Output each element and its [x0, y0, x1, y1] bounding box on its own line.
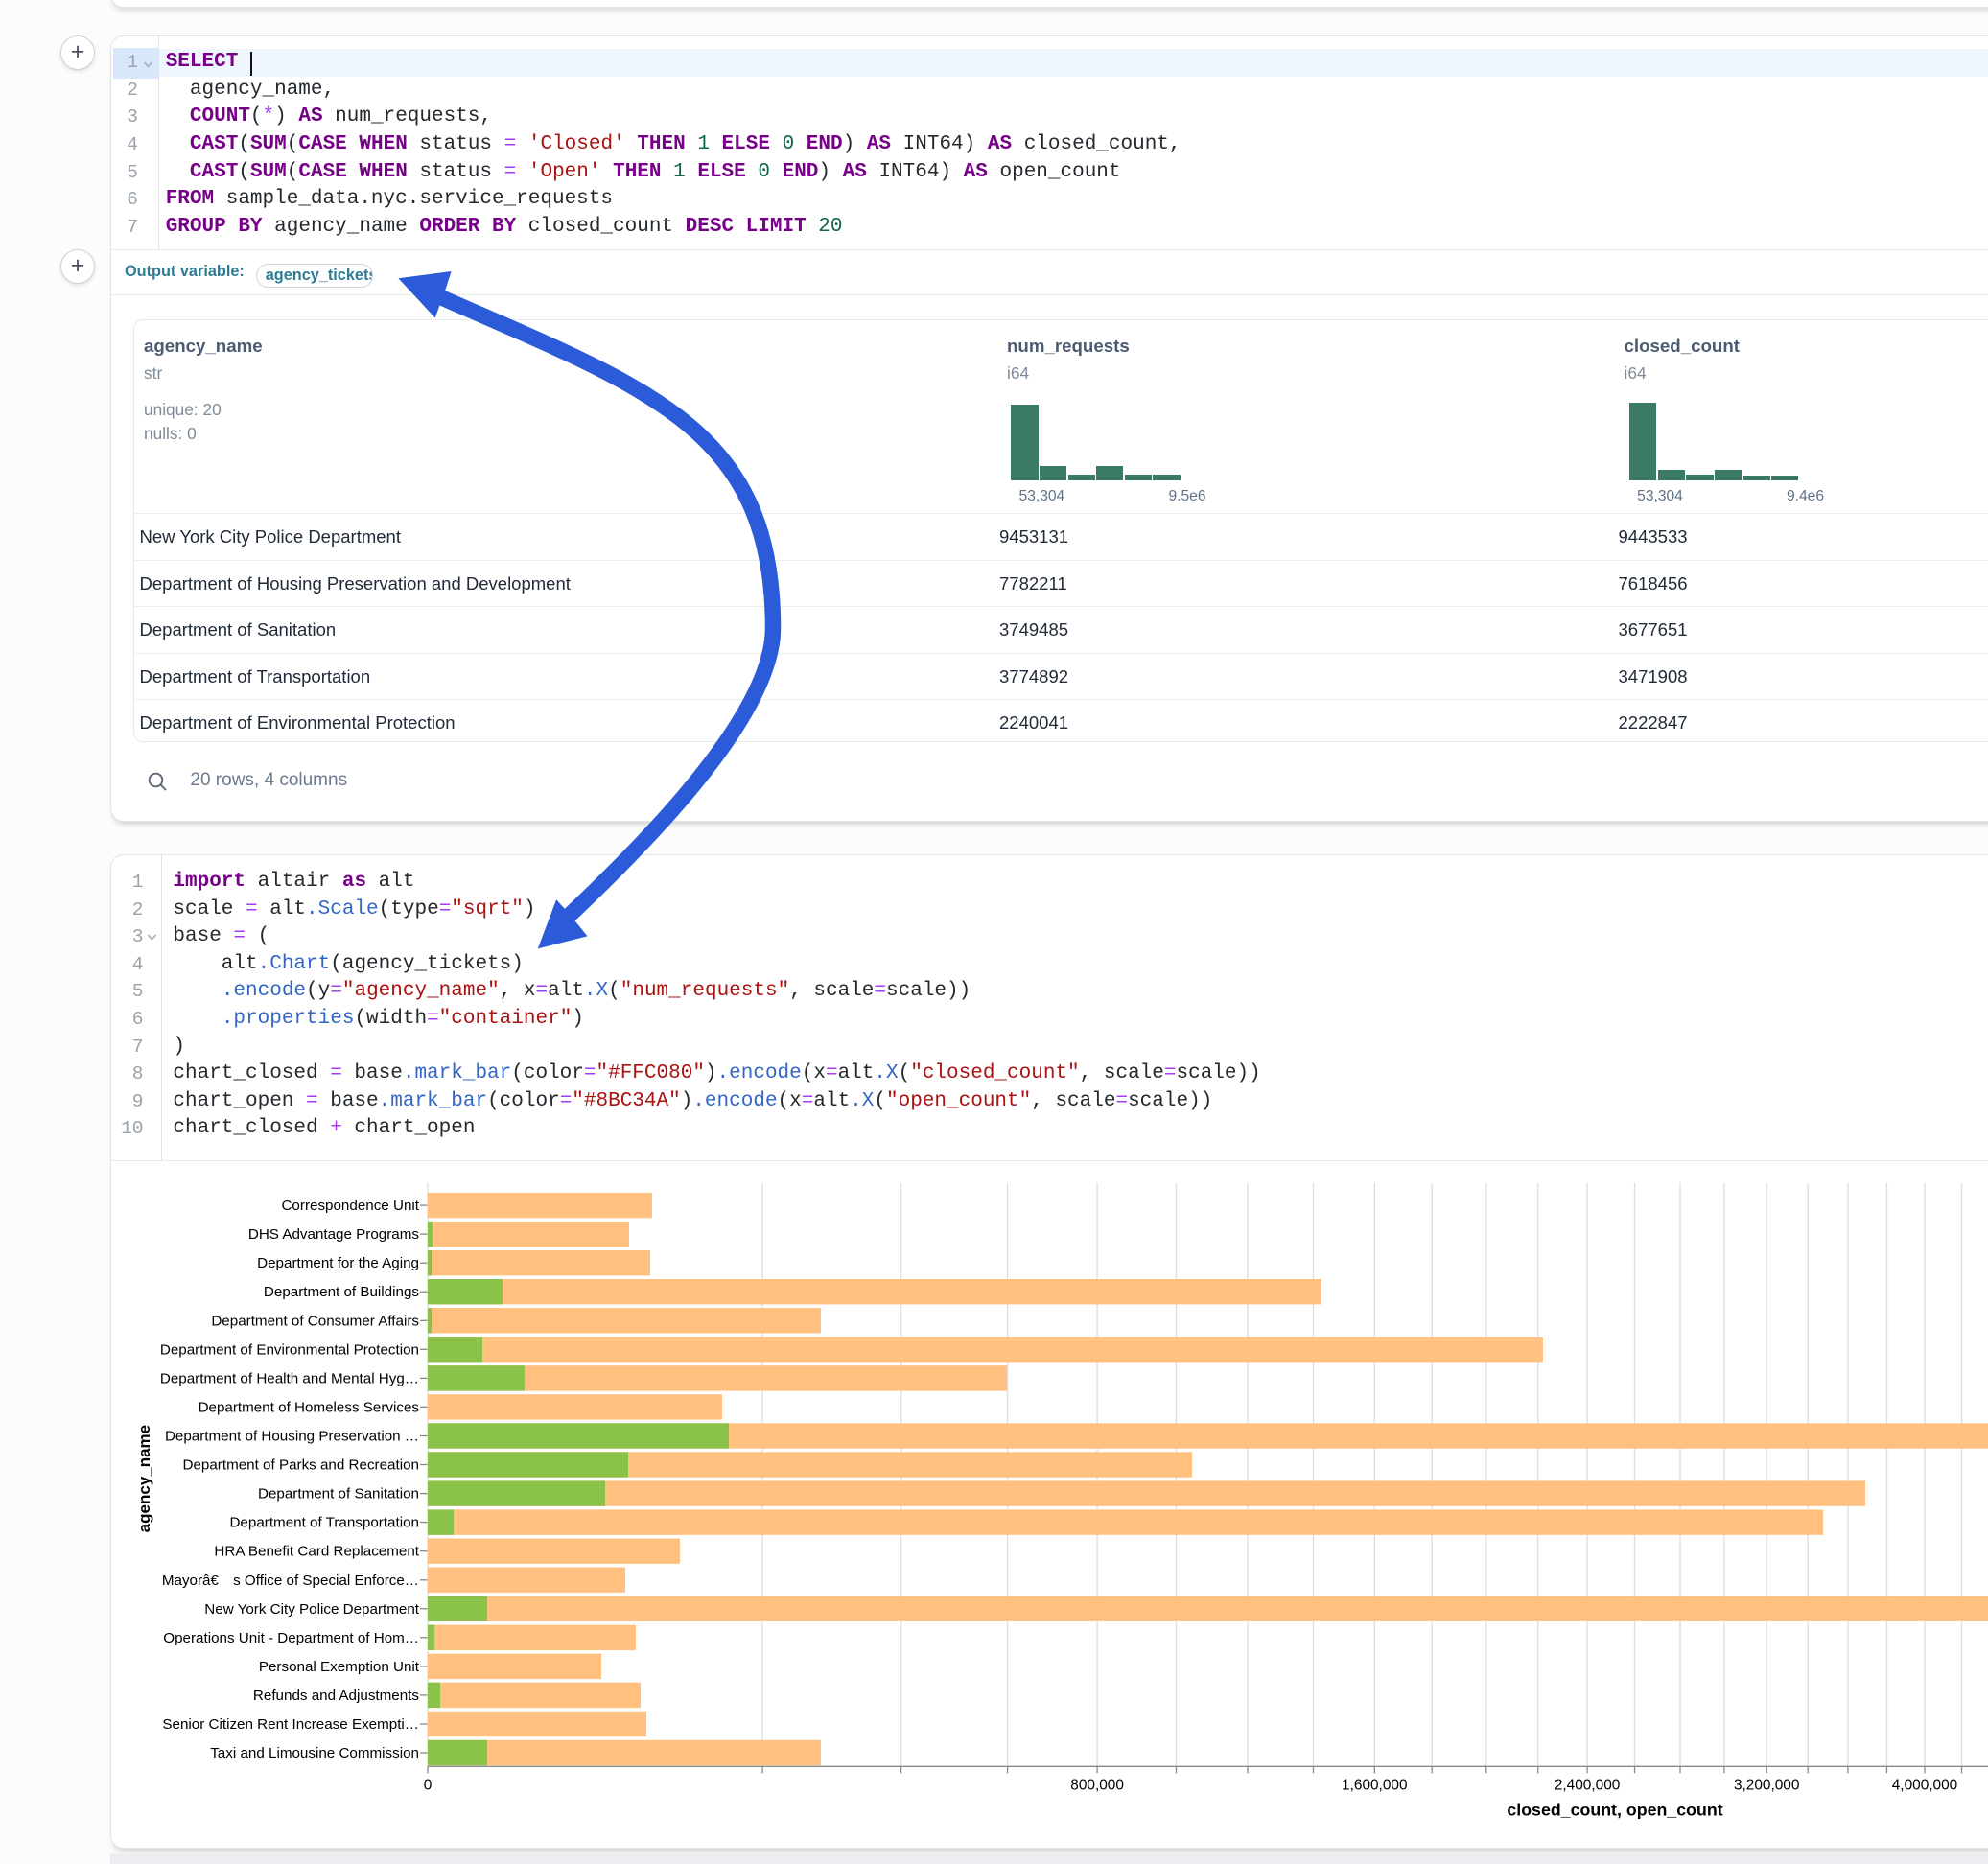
svg-text:2,400,000: 2,400,000 — [1555, 1778, 1620, 1794]
svg-text:Department of Homeless Service: Department of Homeless Services — [199, 1400, 420, 1416]
svg-text:agency_name: agency_name — [135, 1425, 153, 1532]
svg-text:Mayorâ€ s Office of Special En: Mayorâ€ s Office of Special Enforce… — [162, 1573, 419, 1589]
svg-text:Refunds and Adjustments: Refunds and Adjustments — [253, 1688, 419, 1704]
svg-text:DHS Advantage Programs: DHS Advantage Programs — [248, 1226, 420, 1243]
svg-text:Department of Housing Preserva: Department of Housing Preservation … — [165, 1429, 419, 1445]
svg-text:Personal Exemption Unit: Personal Exemption Unit — [259, 1659, 420, 1675]
svg-text:Department of Environmental Pr: Department of Environmental Protection — [160, 1342, 419, 1359]
svg-text:Department for the Aging: Department for the Aging — [257, 1256, 419, 1272]
svg-text:0: 0 — [424, 1778, 433, 1794]
svg-text:3,200,000: 3,200,000 — [1734, 1778, 1799, 1794]
svg-text:Taxi and Limousine Commission: Taxi and Limousine Commission — [210, 1745, 419, 1761]
svg-text:Department of Consumer Affairs: Department of Consumer Affairs — [211, 1314, 419, 1330]
svg-text:Operations Unit - Department o: Operations Unit - Department of Hom… — [163, 1630, 419, 1646]
svg-text:4,000,000: 4,000,000 — [1892, 1778, 1957, 1794]
svg-text:Department of Buildings: Department of Buildings — [264, 1285, 419, 1301]
svg-text:Senior Citizen Rent Increase E: Senior Citizen Rent Increase Exempti… — [162, 1716, 419, 1733]
svg-text:HRA Benefit Card Replacement: HRA Benefit Card Replacement — [214, 1544, 419, 1560]
svg-text:800,000: 800,000 — [1070, 1778, 1124, 1794]
svg-text:Department of Sanitation: Department of Sanitation — [258, 1486, 419, 1503]
svg-text:Correspondence Unit: Correspondence Unit — [281, 1198, 419, 1214]
svg-text:Department of Parks and Recrea: Department of Parks and Recreation — [182, 1457, 419, 1474]
svg-text:New York City Police Departmen: New York City Police Department — [204, 1601, 419, 1618]
svg-text:1,600,000: 1,600,000 — [1342, 1778, 1407, 1794]
svg-text:Department of Health and Menta: Department of Health and Mental Hyg… — [160, 1371, 419, 1387]
svg-text:closed_count, open_count: closed_count, open_count — [1507, 1801, 1722, 1820]
svg-text:Department of Transportation: Department of Transportation — [229, 1515, 419, 1531]
